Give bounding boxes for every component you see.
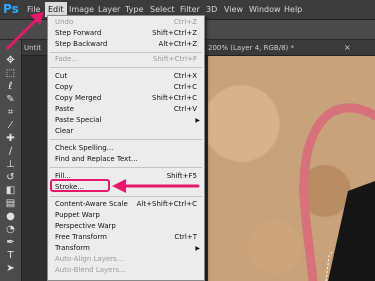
arrowhead-icon	[112, 179, 126, 193]
annotation-arrows	[6, 12, 200, 193]
edit-pointer-arrow	[6, 16, 40, 50]
